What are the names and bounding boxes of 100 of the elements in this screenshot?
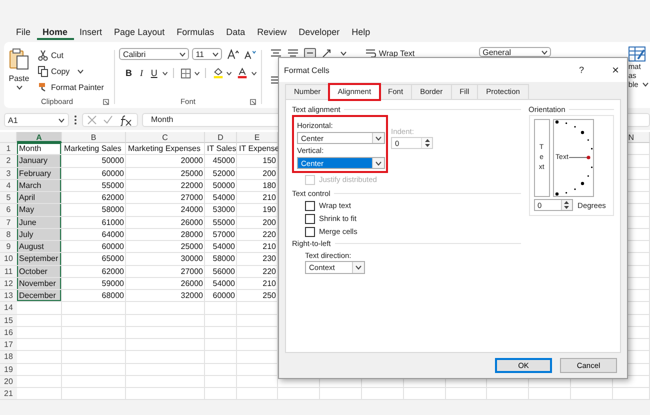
row-number[interactable]: 15 (0, 314, 17, 327)
table-cell: February (17, 168, 62, 180)
table-cell: 50000 (205, 180, 237, 192)
row-number[interactable]: 6 (0, 204, 17, 216)
column-header[interactable]: A (17, 132, 62, 143)
copy-button[interactable]: Copy (38, 65, 104, 78)
table-cell: 57000 (205, 228, 237, 241)
row-number[interactable]: 20 (0, 376, 17, 388)
row-number[interactable]: 17 (0, 339, 17, 352)
table-cell: 25000 (126, 241, 205, 254)
table-cell: April (17, 192, 62, 204)
table-cell: 27000 (126, 192, 205, 204)
table-cell: 26000 (126, 216, 205, 229)
row-number[interactable]: 7 (0, 216, 17, 229)
menu-tab[interactable]: Page Layout (108, 24, 171, 40)
cut-button[interactable]: Cut (38, 49, 104, 62)
column-header[interactable]: C (126, 132, 205, 143)
row-number[interactable]: 16 (0, 326, 17, 339)
menu-tab[interactable]: Help (346, 24, 376, 40)
row-number[interactable]: 12 (0, 278, 17, 290)
table-cell: 56000 (205, 266, 237, 278)
menu-tab[interactable]: Review (251, 24, 293, 40)
table-cell: 26000 (126, 278, 205, 290)
table-cell: 53000 (205, 204, 237, 216)
menu-tab[interactable]: Home (36, 24, 74, 40)
column-header[interactable]: E (237, 132, 278, 143)
table-cell: 25000 (126, 168, 205, 180)
table-cell: March (17, 180, 62, 192)
table-cell: 55000 (62, 180, 126, 192)
font-name-field[interactable]: Calibri (118, 48, 189, 60)
table-cell: 62000 (62, 266, 126, 278)
menu-tab[interactable]: Formulas (170, 24, 220, 40)
format-painter-button[interactable]: Format Painter (38, 81, 104, 94)
wrap-text-button[interactable]: Wrap Text (366, 48, 415, 58)
menu-tab[interactable]: Developer (292, 24, 346, 40)
row-number[interactable]: 21 (0, 388, 17, 400)
menu-tab[interactable]: Data (220, 24, 252, 40)
table-cell: 54000 (205, 192, 237, 204)
table-cell: 58000 (205, 253, 237, 266)
table-cell: 60000 (62, 168, 126, 180)
font-size-field[interactable]: 11 (192, 48, 222, 60)
table-cell: 52000 (205, 168, 237, 180)
table-cell: September (17, 253, 62, 266)
row-number[interactable]: 1 (0, 143, 17, 156)
row-number[interactable]: 5 (0, 192, 17, 204)
table-cell: 58000 (62, 204, 126, 216)
table-cell: June (17, 216, 62, 229)
row-number[interactable]: 3 (0, 168, 17, 180)
table-cell: 59000 (62, 278, 126, 290)
underline-button[interactable]: U (149, 68, 159, 78)
table-cell: 54000 (205, 278, 237, 290)
column-header[interactable]: B (62, 132, 126, 143)
row-number[interactable]: 4 (0, 180, 17, 192)
menu-tab[interactable]: Insert (74, 24, 108, 40)
row-number[interactable]: 13 (0, 290, 17, 302)
table-cell: 28000 (126, 228, 205, 241)
table-cell: 30000 (126, 253, 205, 266)
table-cell: 50000 (62, 155, 126, 168)
table-cell: 60000 (205, 290, 237, 302)
row-number[interactable]: 11 (0, 266, 17, 278)
paste-button[interactable]: Paste (4, 46, 34, 95)
row-number[interactable]: 18 (0, 351, 17, 364)
table-cell: 20000 (126, 155, 205, 168)
table-cell: Marketing Expenses (126, 143, 205, 156)
italic-button[interactable]: I (136, 68, 146, 78)
table-cell: 54000 (205, 241, 237, 254)
bold-button[interactable]: B (124, 68, 134, 78)
table-cell: November (17, 278, 62, 290)
row-number[interactable]: 8 (0, 228, 17, 241)
table-cell: January (17, 155, 62, 168)
table-cell: May (17, 204, 62, 216)
table-cell: IT Sales (205, 143, 237, 156)
table-cell: 27000 (126, 266, 205, 278)
table-cell: 65000 (62, 253, 126, 266)
table-cell: 61000 (62, 216, 126, 229)
table-cell: 32000 (126, 290, 205, 302)
name-box[interactable]: A1 (4, 113, 69, 127)
table-cell: 60000 (62, 241, 126, 254)
menu-tab[interactable]: File (10, 24, 37, 40)
row-number[interactable]: 2 (0, 155, 17, 168)
table-cell: Month (17, 143, 62, 156)
close-button[interactable]: × (612, 63, 619, 77)
table-cell: 22000 (126, 180, 205, 192)
table-cell: 45000 (205, 155, 237, 168)
row-number[interactable]: 10 (0, 253, 17, 266)
table-cell: August (17, 241, 62, 254)
table-cell: December (17, 290, 62, 302)
row-number[interactable]: 9 (0, 241, 17, 254)
table-cell: Marketing Sales (62, 143, 126, 156)
column-header[interactable]: D (205, 132, 237, 143)
table-cell: 55000 (205, 216, 237, 229)
number-format-field[interactable]: General (478, 47, 551, 57)
help-button[interactable]: ? (578, 65, 584, 75)
row-number[interactable]: 14 (0, 302, 17, 314)
table-cell: 68000 (62, 290, 126, 302)
window-title: Format Cells (284, 66, 330, 74)
table-cell: 62000 (62, 192, 126, 204)
row-number[interactable]: 19 (0, 364, 17, 376)
table-cell: October (17, 266, 62, 278)
table-cell: 24000 (126, 204, 205, 216)
